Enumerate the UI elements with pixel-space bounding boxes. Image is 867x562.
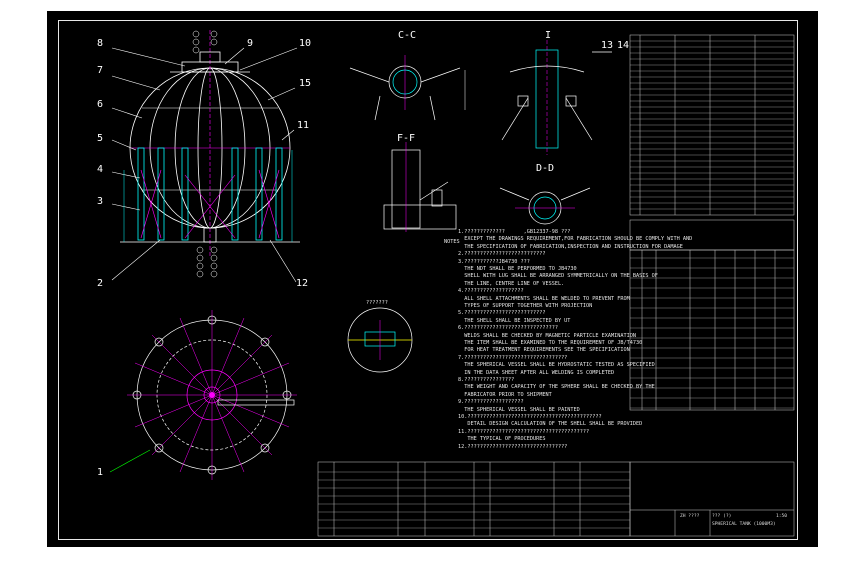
part-label-8: 8 bbox=[97, 38, 104, 49]
part-label-15: 15 bbox=[299, 78, 312, 89]
right-data-tables bbox=[629, 34, 795, 411]
leg-4 bbox=[231, 147, 239, 241]
title-block-scale: 1:50 bbox=[776, 514, 788, 519]
note-line: 10.?????????????????????????????????????… bbox=[458, 414, 602, 420]
section-title-i: I bbox=[545, 30, 552, 41]
note-line: 4.??????????????????? bbox=[458, 288, 524, 295]
title-block-subtitle: SPHERICAL TANK (1000M3) bbox=[712, 522, 776, 527]
right-table-rows bbox=[630, 40, 794, 409]
note-line: THE ITEM SHALL BE EXAMINED TO THE REQUIR… bbox=[458, 340, 643, 346]
section-dd-view bbox=[499, 187, 591, 225]
nozzle-balloons-bottom bbox=[196, 246, 218, 278]
cad-drawing bbox=[109, 30, 795, 537]
part-label-3: 3 bbox=[97, 196, 104, 207]
part-label-2: 2 bbox=[97, 278, 104, 289]
leg-1 bbox=[137, 147, 145, 241]
note-line: DETAIL DESIGN CALCULATION OF THE SHELL S… bbox=[458, 421, 643, 428]
note-line: 11.?????????????????????????????????????… bbox=[458, 428, 590, 435]
weld-detail-view bbox=[347, 307, 413, 373]
note-line: THE TYPICAL OF PROCEDURES bbox=[458, 436, 546, 443]
note-line: EXCEPT THE DRAWINGS REQUIREMENT,FOR FABR… bbox=[458, 236, 693, 243]
leg-3 bbox=[181, 147, 189, 241]
title-block-drawing-title: ??? (?) bbox=[712, 514, 732, 519]
part-label-11: 11 bbox=[297, 120, 310, 131]
note-line: WELDS SHALL BE CHECKED BY MAGNETIC PARTI… bbox=[458, 332, 637, 339]
section-i-view bbox=[501, 40, 612, 155]
leader-lines bbox=[111, 47, 298, 283]
note-line: 1.????????????? ,GB12337-98 ??? bbox=[458, 229, 571, 235]
part-label-10: 10 bbox=[299, 38, 312, 49]
note-line: TYPES OF SUPPORT TOGETHER WITH PROJECTIO… bbox=[458, 303, 593, 309]
note-line: 9.??????????????????? bbox=[458, 399, 524, 406]
part-label-7: 7 bbox=[97, 65, 104, 76]
note-line: THE WEIGHT AND CAPACITY OF THE SPHERE SH… bbox=[458, 384, 655, 391]
note-line: THE SPHERICAL VESSEL SHALL BE HYDROSTATI… bbox=[458, 362, 655, 369]
part-label-6: 6 bbox=[97, 99, 104, 110]
note-line: IN THE DATA SHEET AFTER ALL WELDING IS C… bbox=[458, 369, 615, 376]
section-title-cc: C-C bbox=[398, 30, 417, 41]
note-line: 7.????????????????????????????????? bbox=[458, 354, 568, 361]
note-line: 8.???????????????? bbox=[458, 377, 515, 383]
note-line: ALL SHELL ATTACHMENTS SHALL BE WELDED TO… bbox=[458, 295, 630, 302]
note-line: FOR HEAT TREATMENT REQUIREMENTS SEE THE … bbox=[458, 347, 630, 354]
note-line: 3.???????????JB4730 ??? bbox=[458, 258, 530, 265]
section-title-dd: D-D bbox=[536, 163, 555, 174]
section-ff-view bbox=[383, 142, 457, 232]
note-line: THE SHELL SHALL BE INSPECTED BY UT bbox=[458, 317, 574, 324]
section-title-ff: F-F bbox=[397, 133, 416, 144]
part-label-12: 12 bbox=[296, 278, 309, 289]
part-label-9: 9 bbox=[247, 38, 254, 49]
sphere-plan-view bbox=[109, 310, 297, 480]
leg-6 bbox=[275, 147, 283, 241]
note-line: THE NDT SHALL BE PERFORMED TO JB4730 bbox=[458, 266, 577, 272]
note-line: 2.?????????????????????????? bbox=[458, 251, 546, 258]
bottom-parts-list bbox=[317, 461, 631, 537]
part-label-14: 14 bbox=[617, 40, 630, 51]
nozzle-balloons-top bbox=[192, 30, 218, 54]
note-line: 6.?????????????????????????????? bbox=[458, 325, 558, 332]
plan-leader-1 bbox=[109, 449, 151, 473]
note-line: FABRICATOR PRIOR TO SHIPMENT bbox=[458, 391, 552, 398]
note-line: THE SPECIFICATION OF FABRICATION,INSPECT… bbox=[458, 243, 683, 250]
part-label-4: 4 bbox=[97, 164, 104, 175]
part-label-1: 1 bbox=[97, 467, 104, 478]
note-line: 12.???????????????????????????????? bbox=[458, 443, 568, 450]
part-label-5: 5 bbox=[97, 133, 104, 144]
part-label-13: 13 bbox=[601, 40, 614, 51]
title-block-header: ZH ???? bbox=[680, 514, 700, 519]
note-line: SHELL WITH LUG SHALL BE ARRANGED SYMMETR… bbox=[458, 273, 658, 280]
note-line: 5.?????????????????????????? bbox=[458, 310, 546, 317]
note-line: THE LINE, CENTRE LINE OF VESSEL. bbox=[458, 280, 565, 287]
note-line: THE SPHERICAL VESSEL SHALL BE PAINTED bbox=[458, 406, 580, 413]
section-cc-view bbox=[349, 55, 466, 121]
weld-detail-label: ??????? bbox=[366, 300, 388, 306]
sphere-elevation-view bbox=[111, 30, 300, 283]
